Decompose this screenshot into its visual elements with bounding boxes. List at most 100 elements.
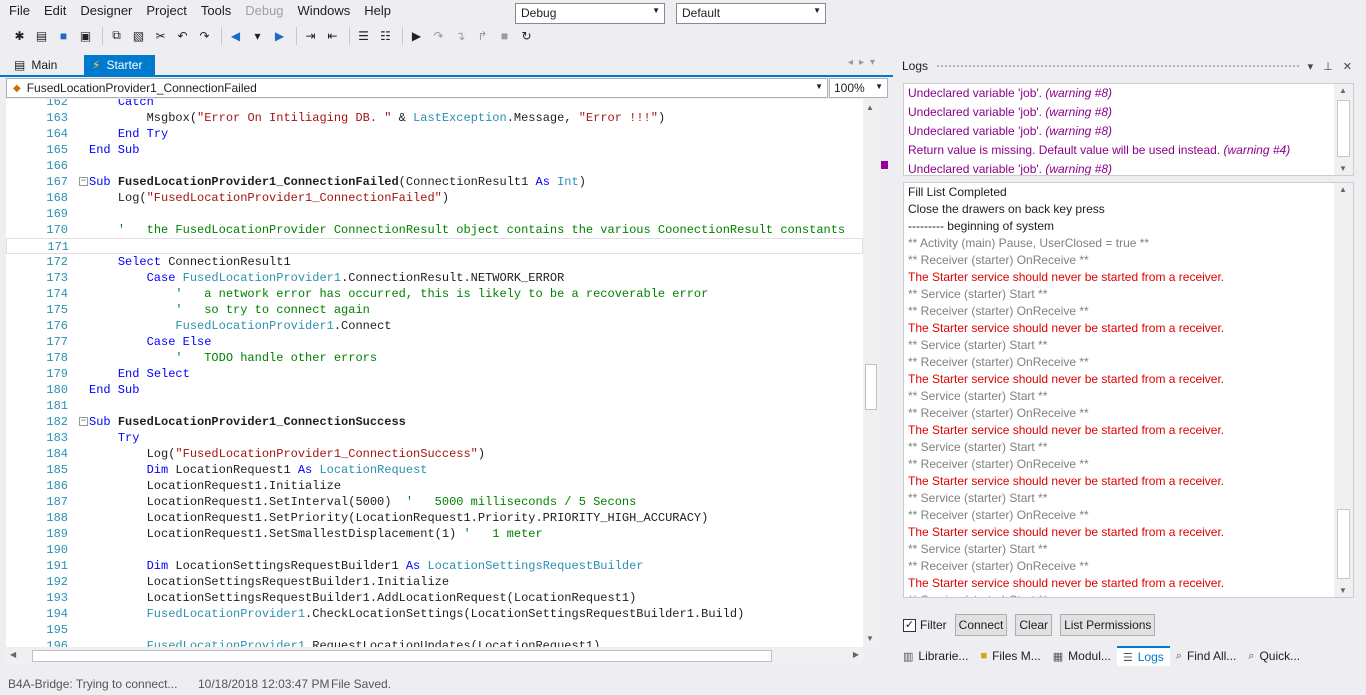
save-icon[interactable]: ■ [54,25,73,47]
warnings-scrollbar[interactable]: ▲ ▼ [1334,84,1353,175]
step-over-icon[interactable]: ↷ [429,25,448,47]
code-line[interactable]: 176 FusedLocationProvider1.Connect [6,318,863,334]
code-line[interactable]: 162 Catch [6,99,863,110]
code-line[interactable]: 190 [6,542,863,558]
code-line[interactable]: 164 End Try [6,126,863,142]
code-line[interactable]: 163 Msgbox("Error On Intiliaging DB. " &… [6,110,863,126]
scroll-up-icon[interactable]: ▲ [1339,185,1347,194]
code-line[interactable]: 183 Try [6,430,863,446]
dropdown-arrow-icon[interactable]: ▾ [248,25,267,47]
code-line[interactable]: 167 − Sub FusedLocationProvider1_Connectio… [6,174,863,190]
log-scrollbar[interactable]: ▲ ▼ [1334,183,1353,597]
scroll-up-icon[interactable]: ▲ [866,103,874,112]
code-line[interactable]: 193 LocationSettingsRequestBuilder1.AddL… [6,590,863,606]
panel-menu-icon[interactable]: ▾ [1308,60,1314,73]
close-icon[interactable]: ✕ [1343,60,1352,73]
warning-item[interactable]: Undeclared variable 'job'. (warning #8) [908,105,1112,119]
stop-icon[interactable]: ■ [495,25,514,47]
outdent-icon[interactable]: ⇤ [323,25,342,47]
code-line[interactable]: 192 LocationSettingsRequestBuilder1.Init… [6,574,863,590]
target-select[interactable]: Default ▼ [676,3,826,24]
tab-starter[interactable]: ⚡ Starter [84,55,155,75]
scroll-left-icon[interactable]: ◀ [10,650,16,659]
warnings-list[interactable]: Undeclared variable 'job'. (warning #8) U… [903,83,1354,176]
fold-toggle-icon[interactable]: − [79,417,88,426]
list-permissions-button[interactable]: List Permissions [1060,614,1156,636]
code-line[interactable]: 169 [6,206,863,222]
tab-scroll-arrows-icon[interactable]: ◂▸▾ [848,57,881,68]
code-line[interactable]: 166 [6,158,863,174]
menu-project[interactable]: Project [139,0,193,22]
code-line[interactable]: 165 End Sub [6,142,863,158]
restart-icon[interactable]: ↻ [517,25,536,47]
scroll-right-icon[interactable]: ▶ [853,650,859,659]
warning-item[interactable]: Undeclared variable 'job'. (warning #8) [908,162,1112,175]
code-line[interactable]: 179 End Select [6,366,863,382]
tab-libraries[interactable]: ▥ Librarie... [897,646,974,666]
scroll-up-icon[interactable]: ▲ [1339,86,1347,95]
run-icon[interactable]: ▶ [407,25,426,47]
code-line[interactable]: 194 FusedLocationProvider1.CheckLocation… [6,606,863,622]
comment-block-icon[interactable]: ☰ [354,25,373,47]
tab-files-manager[interactable]: ■ Files M... [974,646,1046,666]
step-out-icon[interactable]: ↱ [473,25,492,47]
code-line[interactable]: 188 LocationRequest1.SetPriority(Locatio… [6,510,863,526]
code-line[interactable]: 175 ' so try to connect again [6,302,863,318]
code-line[interactable]: 172 Select ConnectionResult1 [6,254,863,270]
scroll-down-icon[interactable]: ▼ [1339,164,1347,173]
navigate-forward-icon[interactable]: ▶ [270,25,289,47]
scroll-thumb[interactable] [32,650,772,662]
code-line[interactable]: 171 [6,238,863,254]
code-line[interactable]: 180 End Sub [6,382,863,398]
menu-file[interactable]: File [2,0,37,22]
code-line[interactable]: 191 Dim LocationSettingsRequestBuilder1 … [6,558,863,574]
open-folder-icon[interactable]: ▤ [32,25,51,47]
code-line[interactable]: 168 Log("FusedLocationProvider1_Connecti… [6,190,863,206]
menu-help[interactable]: Help [357,0,398,22]
grip-dots[interactable] [936,63,1300,69]
code-line[interactable]: 184 Log("FusedLocationProvider1_Connecti… [6,446,863,462]
code-line[interactable]: 181 [6,398,863,414]
code-line[interactable]: 195 [6,622,863,638]
editor-horizontal-scrollbar[interactable]: ◀ ▶ [6,648,863,664]
warning-item[interactable]: Undeclared variable 'job'. (warning #8) [908,86,1112,100]
code-line[interactable]: 170 ' the FusedLocationProvider Connecti… [6,222,863,238]
log-output[interactable]: Fill List Completed Close the drawers on … [903,182,1354,598]
code-line[interactable]: 173 Case FusedLocationProvider1.Connecti… [6,270,863,286]
scroll-thumb[interactable] [1337,100,1350,157]
zoom-select[interactable]: 100% ▼ [829,78,888,98]
warning-item[interactable]: Return value is missing. Default value w… [908,143,1290,157]
copy-icon[interactable]: ⧉ [107,25,126,47]
new-project-icon[interactable]: ✱ [10,25,29,47]
navigate-back-icon[interactable]: ◀ [226,25,245,47]
scroll-down-icon[interactable]: ▼ [866,634,874,643]
tab-quick-search[interactable]: ⌕ Quick... [1242,646,1306,666]
tab-find-all[interactable]: ⌕ Find All... [1170,646,1243,666]
code-line[interactable]: 187 LocationRequest1.SetInterval(5000) '… [6,494,863,510]
step-into-icon[interactable]: ↴ [451,25,470,47]
menu-windows[interactable]: Windows [291,0,358,22]
pin-icon[interactable]: ⊥ [1323,60,1333,73]
menu-debug[interactable]: Debug [238,0,290,22]
filter-checkbox[interactable]: ✓ [903,618,916,632]
clear-button[interactable]: Clear [1015,614,1053,636]
editor-vertical-scrollbar[interactable]: ▲ ▼ [863,99,879,647]
code-line[interactable]: 178 ' TODO handle other errors [6,350,863,366]
sub-selector[interactable]: ◆ FusedLocationProvider1_ConnectionFaile… [6,78,828,98]
code-line[interactable]: 189 LocationRequest1.SetSmallestDisplace… [6,526,863,542]
scroll-thumb[interactable] [1337,509,1350,579]
scroll-down-icon[interactable]: ▼ [1339,586,1347,595]
uncomment-block-icon[interactable]: ☷ [376,25,395,47]
warning-marker[interactable] [881,161,888,169]
fold-toggle-icon[interactable]: − [79,177,88,186]
code-line[interactable]: 196 FusedLocationProvider1.RequestLocati… [6,638,863,647]
menu-tools[interactable]: Tools [194,0,238,22]
menu-edit[interactable]: Edit [37,0,73,22]
code-line[interactable]: 174 ' a network error has occurred, this… [6,286,863,302]
cut-icon[interactable]: ✂ [151,25,170,47]
indent-icon[interactable]: ⇥ [301,25,320,47]
redo-icon[interactable]: ↷ [195,25,214,47]
connect-button[interactable]: Connect [954,614,1008,636]
menu-designer[interactable]: Designer [73,0,139,22]
undo-icon[interactable]: ↶ [173,25,192,47]
